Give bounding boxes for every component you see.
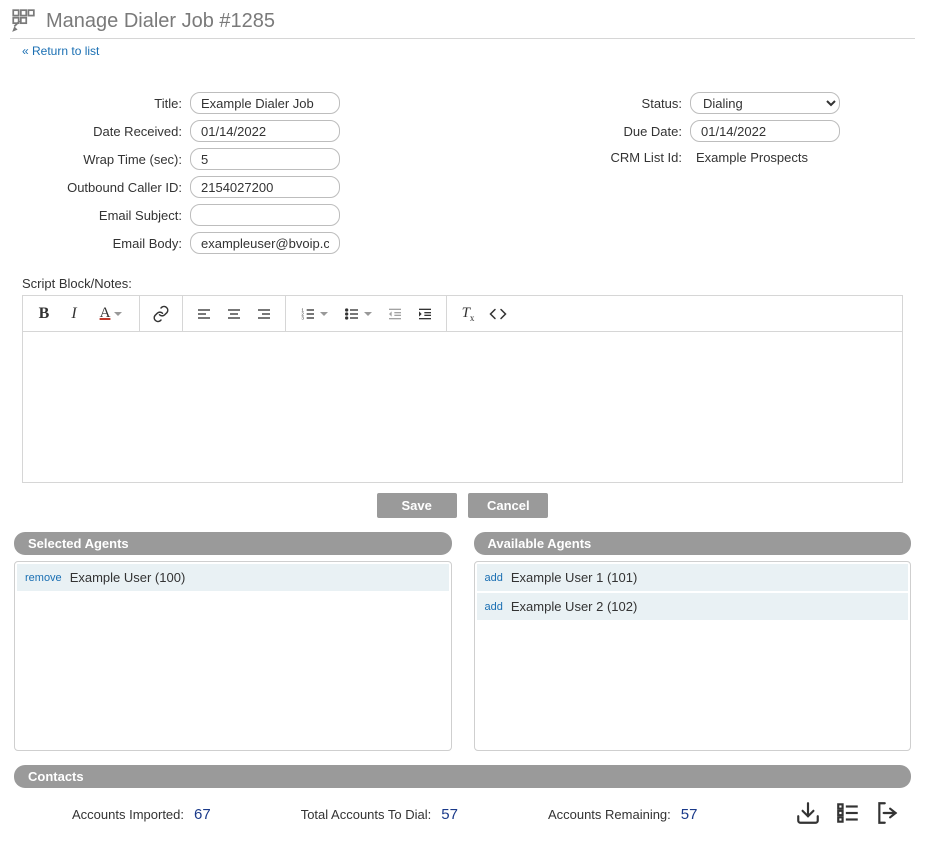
crm-list-label: CRM List Id: [540, 150, 690, 165]
add-agent-link[interactable]: add [485, 601, 503, 613]
contacts-stats: Accounts Imported: 67 Total Accounts To … [22, 798, 903, 831]
selected-agents-header: Selected Agents [14, 532, 452, 555]
date-received-input[interactable] [190, 120, 340, 142]
list-icon [835, 800, 861, 826]
italic-button[interactable]: I [59, 299, 89, 329]
source-code-button[interactable] [483, 299, 513, 329]
download-button[interactable] [793, 798, 823, 831]
return-to-list-link[interactable]: « Return to list [22, 44, 99, 58]
cancel-button[interactable]: Cancel [468, 493, 548, 518]
svg-text:3: 3 [301, 315, 304, 320]
available-agents-header: Available Agents [474, 532, 912, 555]
agent-row: remove Example User (100) [17, 564, 449, 591]
crm-list-value: Example Prospects [690, 148, 814, 167]
ordered-list-button[interactable]: 123 [292, 299, 336, 329]
agent-row: add Example User 1 (101) [477, 564, 909, 591]
available-agents-list[interactable]: add Example User 1 (101) add Example Use… [474, 561, 912, 751]
bold-button[interactable]: B [29, 299, 59, 329]
accounts-imported-label: Accounts Imported: [72, 807, 184, 822]
accounts-remaining-value: 57 [681, 806, 698, 823]
selected-agents-list[interactable]: remove Example User (100) [14, 561, 452, 751]
due-date-label: Due Date: [540, 124, 690, 139]
script-block-label: Script Block/Notes: [22, 276, 915, 291]
contacts-action-icons [793, 798, 903, 831]
chevron-down-icon [364, 312, 372, 316]
editor-toolbar: B I A [23, 296, 902, 332]
title-label: Title: [40, 96, 190, 111]
font-color-icon: A [100, 305, 111, 322]
chevron-down-icon [320, 312, 328, 316]
download-icon [795, 800, 821, 826]
rich-text-editor: B I A [22, 295, 903, 483]
button-row: Save Cancel [10, 493, 915, 518]
italic-icon: I [71, 305, 76, 323]
date-received-label: Date Received: [40, 124, 190, 139]
clear-format-button[interactable]: Tx [453, 299, 483, 329]
form-area: Title: Date Received: Wrap Time (sec): O… [40, 92, 915, 260]
outbound-caller-label: Outbound Caller ID: [40, 180, 190, 195]
wrap-time-input[interactable] [190, 148, 340, 170]
add-agent-link[interactable]: add [485, 572, 503, 584]
page-title: Manage Dialer Job #1285 [46, 10, 275, 33]
title-input[interactable] [190, 92, 340, 114]
due-date-input[interactable] [690, 120, 840, 142]
agents-panels: Selected Agents remove Example User (100… [14, 532, 911, 751]
indent-icon [417, 306, 433, 322]
editor-body[interactable] [23, 332, 902, 482]
form-col-left: Title: Date Received: Wrap Time (sec): O… [40, 92, 340, 260]
link-button[interactable] [146, 299, 176, 329]
align-right-icon [256, 306, 272, 322]
outdent-icon [387, 306, 403, 322]
contacts-header: Contacts [14, 765, 911, 788]
font-color-button[interactable]: A [89, 299, 133, 329]
export-button[interactable] [873, 798, 903, 831]
save-button[interactable]: Save [377, 493, 457, 518]
align-left-button[interactable] [189, 299, 219, 329]
unordered-list-button[interactable] [336, 299, 380, 329]
wrap-time-label: Wrap Time (sec): [40, 152, 190, 167]
email-body-label: Email Body: [40, 236, 190, 251]
unordered-list-icon [344, 306, 360, 322]
status-select[interactable]: Dialing [690, 92, 840, 114]
chevron-down-icon [114, 312, 122, 316]
email-body-input[interactable] [190, 232, 340, 254]
form-col-right: Status: Dialing Due Date: CRM List Id: E… [540, 92, 840, 260]
page-header: Manage Dialer Job #1285 [10, 8, 915, 39]
export-icon [875, 800, 901, 826]
agent-name: Example User (100) [70, 570, 186, 585]
agent-name: Example User 1 (101) [511, 570, 637, 585]
agent-name: Example User 2 (102) [511, 599, 637, 614]
selected-agents-panel: Selected Agents remove Example User (100… [14, 532, 452, 751]
accounts-remaining-label: Accounts Remaining: [548, 807, 671, 822]
align-center-icon [226, 306, 242, 322]
outdent-button[interactable] [380, 299, 410, 329]
indent-button[interactable] [410, 299, 440, 329]
link-icon [152, 305, 170, 323]
accounts-todial-label: Total Accounts To Dial: [301, 807, 432, 822]
accounts-todial-value: 57 [441, 806, 458, 823]
agent-row: add Example User 2 (102) [477, 593, 909, 620]
accounts-imported-value: 67 [194, 806, 211, 823]
clear-format-icon: Tx [462, 305, 475, 323]
status-label: Status: [540, 96, 690, 111]
list-button[interactable] [833, 798, 863, 831]
align-left-icon [196, 306, 212, 322]
outbound-caller-input[interactable] [190, 176, 340, 198]
bold-icon: B [39, 305, 50, 323]
remove-agent-link[interactable]: remove [25, 572, 62, 584]
ordered-list-icon: 123 [300, 306, 316, 322]
align-center-button[interactable] [219, 299, 249, 329]
available-agents-panel: Available Agents add Example User 1 (101… [474, 532, 912, 751]
email-subject-label: Email Subject: [40, 208, 190, 223]
app-icon [10, 8, 36, 34]
align-right-button[interactable] [249, 299, 279, 329]
code-icon [489, 305, 507, 323]
email-subject-input[interactable] [190, 204, 340, 226]
